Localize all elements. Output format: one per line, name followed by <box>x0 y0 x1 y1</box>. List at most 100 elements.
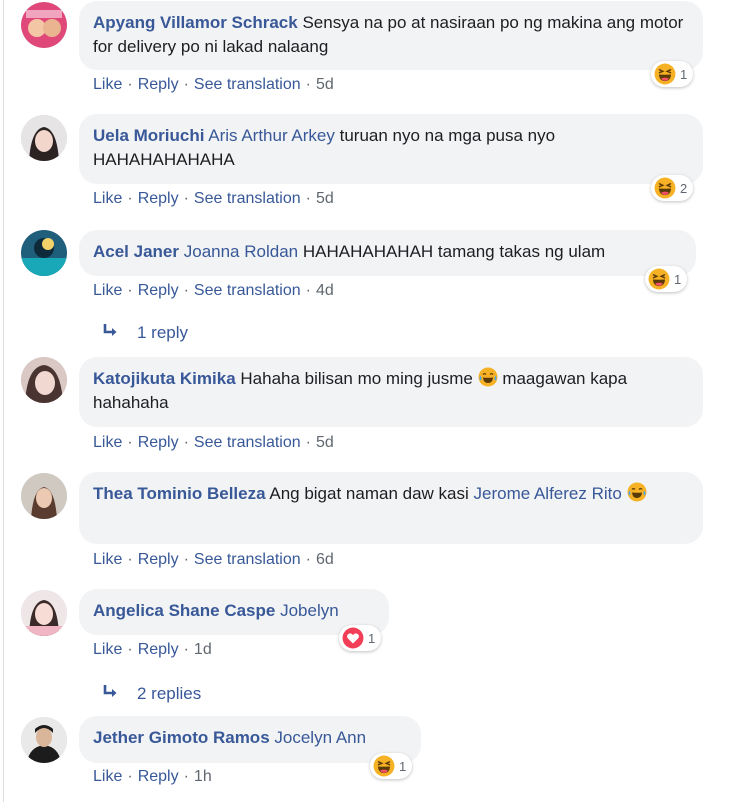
comment-actions: Like · Reply · 1d <box>93 641 212 659</box>
comment-author[interactable]: Apyang Villamor Schrack <box>93 13 298 32</box>
view-replies-link[interactable]: 1 reply <box>100 321 188 343</box>
reply-button[interactable]: Reply <box>138 641 179 658</box>
haha-icon <box>373 755 395 777</box>
like-button[interactable]: Like <box>93 190 122 207</box>
reply-button[interactable]: Reply <box>138 190 179 207</box>
separator: · <box>183 641 189 658</box>
haha-icon <box>654 63 676 85</box>
reply-button[interactable]: Reply <box>138 768 179 785</box>
comment-author[interactable]: Uela Moriuchi <box>93 126 204 145</box>
timestamp[interactable]: 1d <box>194 641 212 658</box>
like-button[interactable]: Like <box>93 641 122 658</box>
reaction-count: 1 <box>674 271 682 287</box>
reply-button[interactable]: Reply <box>138 76 179 93</box>
avatar[interactable] <box>21 590 67 636</box>
comment-text: Hahaha bilisan mo ming jusme <box>240 369 473 388</box>
separator: · <box>183 190 189 207</box>
like-button[interactable]: Like <box>93 434 122 451</box>
comment-author[interactable]: Katojikuta Kimika <box>93 369 236 388</box>
separator: · <box>127 282 133 299</box>
reaction-count: 1 <box>368 630 376 646</box>
like-button[interactable]: Like <box>93 76 122 93</box>
reaction-badge[interactable]: 1 <box>370 753 413 779</box>
separator: · <box>305 434 311 451</box>
reply-arrow-icon <box>100 682 120 702</box>
separator: · <box>127 76 133 93</box>
comment-bubble: Acel Janer Joanna Roldan HAHAHAHAHAH tam… <box>79 230 696 276</box>
view-replies-link[interactable]: 2 replies <box>100 682 201 704</box>
page-border <box>3 0 4 802</box>
reply-button[interactable]: Reply <box>138 434 179 451</box>
reaction-count: 1 <box>680 66 688 82</box>
separator: · <box>127 190 133 207</box>
comment-actions: Like · Reply · See translation · 5d <box>93 434 334 452</box>
see-translation-button[interactable]: See translation <box>194 434 301 451</box>
separator: · <box>183 768 189 785</box>
separator: · <box>127 768 133 785</box>
mention-link[interactable]: Jocelyn Ann <box>274 728 366 747</box>
timestamp[interactable]: 4d <box>316 282 334 299</box>
avatar[interactable] <box>21 357 67 403</box>
reaction-count: 1 <box>399 758 407 774</box>
reaction-badge[interactable]: 1 <box>651 61 694 87</box>
replies-count[interactable]: 2 replies <box>137 684 201 703</box>
reply-arrow-icon <box>100 321 120 341</box>
comment-text: Ang bigat naman daw kasi <box>269 484 469 503</box>
comment-actions: Like · Reply · See translation · 5d <box>93 190 334 208</box>
avatar[interactable] <box>21 717 67 763</box>
comment-author[interactable]: Jether Gimoto Ramos <box>93 728 270 747</box>
mention-link[interactable]: Jerome Alferez Rito <box>474 484 622 503</box>
reaction-badge[interactable]: 2 <box>651 175 694 201</box>
reply-button[interactable]: Reply <box>138 282 179 299</box>
avatar[interactable] <box>21 2 67 48</box>
see-translation-button[interactable]: See translation <box>194 190 301 207</box>
reaction-badge[interactable]: 1 <box>645 266 688 292</box>
comment-bubble: Katojikuta Kimika Hahaha bilisan mo ming… <box>79 357 703 427</box>
timestamp[interactable]: 5d <box>316 434 334 451</box>
comment-bubble: Uela Moriuchi Aris Arthur Arkey turuan n… <box>79 114 703 184</box>
comment-text: HAHAHAHAHAH tamang takas ng ulam <box>302 242 606 261</box>
see-translation-button[interactable]: See translation <box>194 551 301 568</box>
separator: · <box>183 551 189 568</box>
separator: · <box>305 76 311 93</box>
timestamp[interactable]: 5d <box>316 76 334 93</box>
separator: · <box>305 282 311 299</box>
timestamp[interactable]: 1h <box>194 768 212 785</box>
timestamp[interactable]: 6d <box>316 551 334 568</box>
replies-count[interactable]: 1 reply <box>137 323 188 342</box>
see-translation-button[interactable]: See translation <box>194 282 301 299</box>
comment-author[interactable]: Thea Tominio Belleza <box>93 484 266 503</box>
comment-actions: Like · Reply · 1h <box>93 768 212 786</box>
tears-of-joy-emoji-icon <box>478 367 498 387</box>
timestamp[interactable]: 5d <box>316 190 334 207</box>
haha-icon <box>648 268 670 290</box>
avatar[interactable] <box>21 230 67 276</box>
like-button[interactable]: Like <box>93 551 122 568</box>
avatar[interactable] <box>21 115 67 161</box>
comment-author[interactable]: Acel Janer <box>93 242 179 261</box>
comment-bubble: Thea Tominio Belleza Ang bigat naman daw… <box>79 472 703 544</box>
reply-button[interactable]: Reply <box>138 551 179 568</box>
reaction-badge[interactable]: 1 <box>339 625 382 651</box>
separator: · <box>183 76 189 93</box>
see-translation-button[interactable]: See translation <box>194 76 301 93</box>
mention-link[interactable]: Joanna Roldan <box>184 242 298 261</box>
separator: · <box>183 282 189 299</box>
separator: · <box>127 434 133 451</box>
separator: · <box>127 641 133 658</box>
tears-of-joy-emoji-icon <box>627 482 647 502</box>
comment-actions: Like · Reply · See translation · 6d <box>93 551 334 569</box>
comment-bubble: Jether Gimoto Ramos Jocelyn Ann <box>79 716 421 763</box>
separator: · <box>183 434 189 451</box>
reaction-count: 2 <box>680 180 688 196</box>
mention-link[interactable]: Jobelyn <box>280 601 339 620</box>
love-icon <box>342 627 364 649</box>
mention-link[interactable]: Aris Arthur Arkey <box>208 126 335 145</box>
separator: · <box>305 190 311 207</box>
comment-actions: Like · Reply · See translation · 4d <box>93 282 334 300</box>
comment-author[interactable]: Angelica Shane Caspe <box>93 601 275 620</box>
like-button[interactable]: Like <box>93 768 122 785</box>
like-button[interactable]: Like <box>93 282 122 299</box>
avatar[interactable] <box>21 473 67 519</box>
separator: · <box>127 551 133 568</box>
